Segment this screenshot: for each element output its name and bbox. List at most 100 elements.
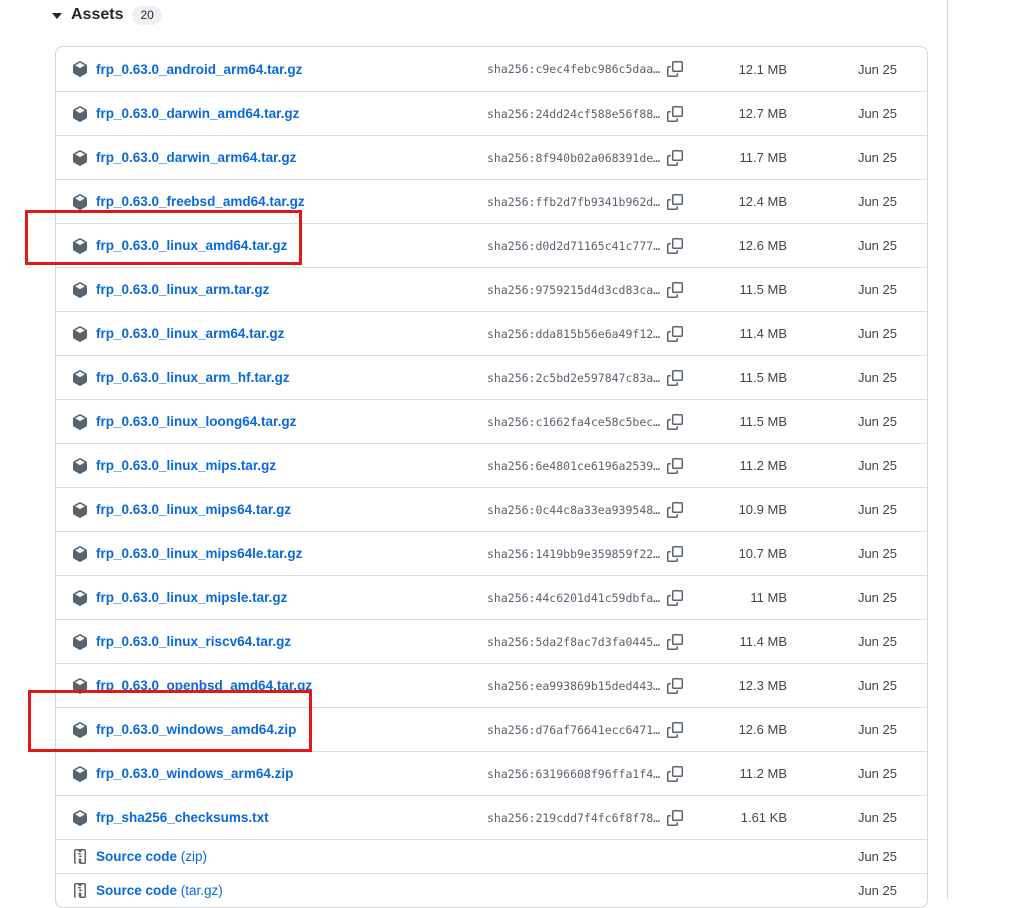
sha256-digest: sha256:0c44c8a33ea939548… [487, 503, 660, 517]
copy-icon[interactable] [667, 106, 683, 122]
asset-name-cell: frp_0.63.0_freebsd_amd64.tar.gz [72, 194, 487, 210]
asset-download-link[interactable]: frp_0.63.0_linux_arm.tar.gz [96, 282, 269, 297]
asset-download-link[interactable]: frp_0.63.0_linux_mips64le.tar.gz [96, 546, 302, 561]
asset-size: 12.6 MB [687, 238, 787, 253]
asset-date: Jun 25 [787, 883, 897, 898]
package-icon [72, 414, 88, 430]
asset-row: frp_0.63.0_linux_mips64.tar.gz sha256:0c… [56, 487, 927, 531]
page-right-border [947, 0, 948, 899]
assets-table: frp_0.63.0_android_arm64.tar.gz sha256:c… [55, 46, 928, 908]
asset-date: Jun 25 [787, 414, 897, 429]
sha256-digest: sha256:6e4801ce6196a2539… [487, 459, 660, 473]
asset-row: frp_0.63.0_linux_arm_hf.tar.gz sha256:2c… [56, 355, 927, 399]
assets-count-badge: 20 [132, 6, 161, 25]
asset-size: 11.5 MB [687, 370, 787, 385]
asset-size: 11.5 MB [687, 282, 787, 297]
package-icon [72, 150, 88, 166]
asset-size: 11.2 MB [687, 766, 787, 781]
source-code-link[interactable]: Source code (tar.gz) [96, 883, 223, 898]
copy-icon[interactable] [667, 590, 683, 606]
asset-size: 12.1 MB [687, 62, 787, 77]
package-icon [72, 722, 88, 738]
asset-download-link[interactable]: frp_0.63.0_linux_mips64.tar.gz [96, 502, 291, 517]
asset-sha-cell: sha256:219cdd7f4fc6f8f78… [487, 810, 687, 826]
asset-sha-cell: sha256:1419bb9e359859f22… [487, 546, 687, 562]
asset-size: 11 MB [687, 590, 787, 605]
package-icon [72, 810, 88, 826]
sha256-digest: sha256:1419bb9e359859f22… [487, 547, 660, 561]
asset-date: Jun 25 [787, 502, 897, 517]
asset-size: 11.2 MB [687, 458, 787, 473]
copy-icon[interactable] [667, 238, 683, 254]
asset-download-link[interactable]: frp_0.63.0_linux_mips.tar.gz [96, 458, 276, 473]
copy-icon[interactable] [667, 282, 683, 298]
copy-icon[interactable] [667, 810, 683, 826]
asset-download-link[interactable]: frp_sha256_checksums.txt [96, 810, 269, 825]
package-icon [72, 502, 88, 518]
copy-icon[interactable] [667, 678, 683, 694]
asset-download-link[interactable]: frp_0.63.0_freebsd_amd64.tar.gz [96, 194, 305, 209]
asset-download-link[interactable]: frp_0.63.0_linux_amd64.tar.gz [96, 238, 287, 253]
asset-name-cell: frp_0.63.0_linux_mipsle.tar.gz [72, 590, 487, 606]
asset-download-link[interactable]: frp_0.63.0_darwin_arm64.tar.gz [96, 150, 296, 165]
asset-row: frp_0.63.0_linux_amd64.tar.gz sha256:d0d… [56, 223, 927, 267]
copy-icon[interactable] [667, 194, 683, 210]
asset-date: Jun 25 [787, 722, 897, 737]
copy-icon[interactable] [667, 61, 683, 77]
copy-icon[interactable] [667, 766, 683, 782]
asset-row: frp_0.63.0_linux_mips.tar.gz sha256:6e48… [56, 443, 927, 487]
asset-name-cell: frp_0.63.0_openbsd_amd64.tar.gz [72, 678, 487, 694]
asset-row: frp_0.63.0_freebsd_amd64.tar.gz sha256:f… [56, 179, 927, 223]
copy-icon[interactable] [667, 370, 683, 386]
asset-download-link[interactable]: frp_0.63.0_android_arm64.tar.gz [96, 62, 302, 77]
copy-icon[interactable] [667, 634, 683, 650]
asset-name-cell: frp_0.63.0_windows_amd64.zip [72, 722, 487, 738]
asset-row: frp_0.63.0_linux_riscv64.tar.gz sha256:5… [56, 619, 927, 663]
asset-date: Jun 25 [787, 849, 897, 864]
file-zip-icon [72, 849, 88, 865]
copy-icon[interactable] [667, 414, 683, 430]
package-icon [72, 546, 88, 562]
chevron-down-icon[interactable] [52, 13, 62, 19]
asset-name-cell: frp_0.63.0_darwin_amd64.tar.gz [72, 106, 487, 122]
source-name-cell: Source code (tar.gz) [72, 883, 487, 899]
package-icon [72, 634, 88, 650]
asset-name-cell: frp_0.63.0_linux_mips64.tar.gz [72, 502, 487, 518]
asset-name-cell: frp_0.63.0_linux_arm64.tar.gz [72, 326, 487, 342]
copy-icon[interactable] [667, 546, 683, 562]
asset-date: Jun 25 [787, 282, 897, 297]
package-icon [72, 106, 88, 122]
asset-name-cell: frp_0.63.0_linux_riscv64.tar.gz [72, 634, 487, 650]
package-icon [72, 194, 88, 210]
asset-sha-cell: sha256:d76af76641ecc6471… [487, 722, 687, 738]
sha256-digest: sha256:44c6201d41c59dbfa… [487, 591, 660, 605]
asset-download-link[interactable]: frp_0.63.0_windows_amd64.zip [96, 722, 296, 737]
asset-row: frp_0.63.0_linux_arm.tar.gz sha256:97592… [56, 267, 927, 311]
copy-icon[interactable] [667, 150, 683, 166]
asset-download-link[interactable]: frp_0.63.0_linux_arm64.tar.gz [96, 326, 284, 341]
asset-row: frp_0.63.0_linux_loong64.tar.gz sha256:c… [56, 399, 927, 443]
asset-row: frp_0.63.0_windows_amd64.zip sha256:d76a… [56, 707, 927, 751]
asset-date: Jun 25 [787, 810, 897, 825]
sha256-digest: sha256:219cdd7f4fc6f8f78… [487, 811, 660, 825]
copy-icon[interactable] [667, 458, 683, 474]
asset-row: frp_0.63.0_linux_mips64le.tar.gz sha256:… [56, 531, 927, 575]
copy-icon[interactable] [667, 502, 683, 518]
asset-size: 11.4 MB [687, 634, 787, 649]
asset-download-link[interactable]: frp_0.63.0_openbsd_amd64.tar.gz [96, 678, 312, 693]
copy-icon[interactable] [667, 722, 683, 738]
asset-download-link[interactable]: frp_0.63.0_linux_arm_hf.tar.gz [96, 370, 290, 385]
asset-download-link[interactable]: frp_0.63.0_linux_loong64.tar.gz [96, 414, 296, 429]
sha256-digest: sha256:2c5bd2e597847c83a… [487, 371, 660, 385]
source-code-link[interactable]: Source code (zip) [96, 849, 207, 864]
asset-download-link[interactable]: frp_0.63.0_linux_mipsle.tar.gz [96, 590, 287, 605]
asset-sha-cell: sha256:5da2f8ac7d3fa0445… [487, 634, 687, 650]
asset-name-cell: frp_0.63.0_linux_mips64le.tar.gz [72, 546, 487, 562]
asset-download-link[interactable]: frp_0.63.0_windows_arm64.zip [96, 766, 293, 781]
asset-date: Jun 25 [787, 590, 897, 605]
copy-icon[interactable] [667, 326, 683, 342]
asset-sha-cell: sha256:0c44c8a33ea939548… [487, 502, 687, 518]
asset-download-link[interactable]: frp_0.63.0_darwin_amd64.tar.gz [96, 106, 299, 121]
asset-sha-cell: sha256:ffb2d7fb9341b962d… [487, 194, 687, 210]
asset-download-link[interactable]: frp_0.63.0_linux_riscv64.tar.gz [96, 634, 291, 649]
